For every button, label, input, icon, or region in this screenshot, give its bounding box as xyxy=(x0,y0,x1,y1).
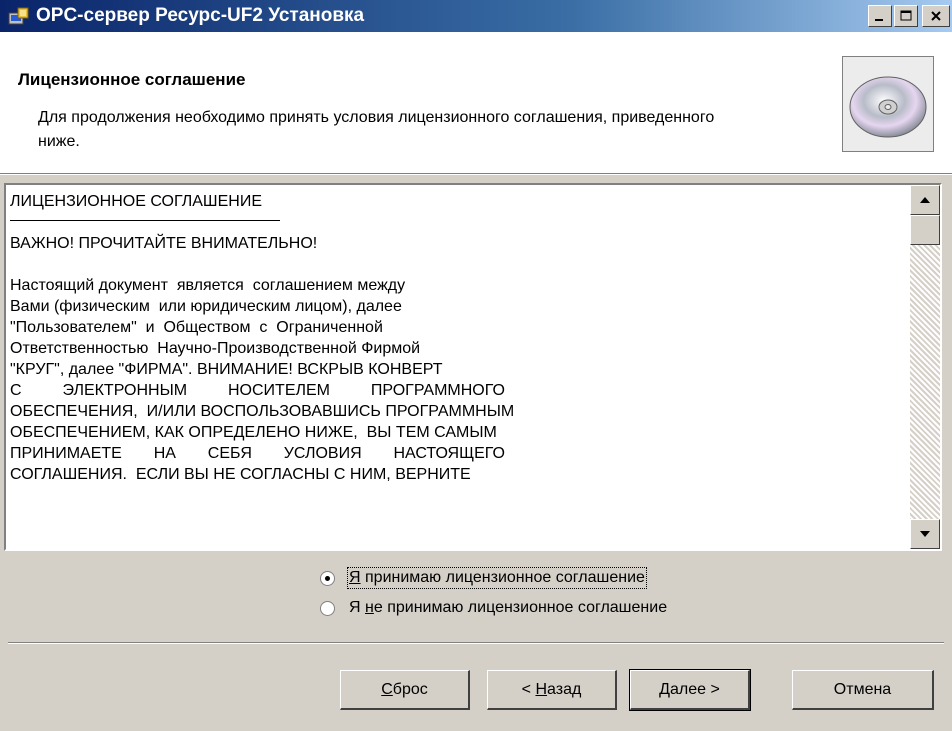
reset-button[interactable]: Сброс xyxy=(340,670,470,710)
window-title: OPC-сервер Ресурс-UF2 Установка xyxy=(36,5,365,26)
license-line: С ЭЛЕКТРОННЫМ НОСИТЕЛЕМ ПРОГРАММНОГО xyxy=(10,380,505,401)
cd-disc-icon xyxy=(842,56,934,152)
license-text: ЛИЦЕНЗИОННОЕ СОГЛАШЕНИЕ ВАЖНО! ПРОЧИТАЙТ… xyxy=(10,191,690,485)
scroll-thumb[interactable] xyxy=(910,215,940,245)
license-word: С xyxy=(10,382,22,399)
license-line: "Пользователем" и Обществом с Ограниченн… xyxy=(10,319,383,336)
license-heading: ЛИЦЕНЗИОННОЕ СОГЛАШЕНИЕ xyxy=(10,193,262,210)
license-line: ОБЕСПЕЧЕНИЕМ, КАК ОПРЕДЕЛЕНО НИЖЕ, ВЫ ТЕ… xyxy=(10,424,497,441)
maximize-icon xyxy=(895,9,917,23)
license-important: ВАЖНО! ПРОЧИТАЙТЕ ВНИМАТЕЛЬНО! xyxy=(10,235,318,252)
license-word: УСЛОВИЯ xyxy=(283,445,362,462)
close-icon xyxy=(923,9,949,23)
license-line: Настоящий документ является соглашением … xyxy=(10,277,406,294)
license-word: НА xyxy=(153,445,176,462)
back-label: < Назад xyxy=(521,680,582,698)
license-word: НАСТОЯЩЕГО xyxy=(393,445,505,462)
maximize-button[interactable] xyxy=(894,5,918,27)
decline-label: Я не принимаю лицензионное соглашение xyxy=(349,599,668,616)
scroll-down-button[interactable] xyxy=(910,519,940,549)
next-label: Далее > xyxy=(659,680,720,698)
page-description: Для продолжения необходимо принять услов… xyxy=(38,109,715,150)
accept-option[interactable]: Я принимаю лицензионное соглашение xyxy=(320,566,647,590)
page-title: Лицензионное соглашение xyxy=(18,70,246,89)
license-underline xyxy=(10,220,280,221)
back-button[interactable]: < Назад xyxy=(487,670,617,710)
bottom-divider-highlight xyxy=(8,643,944,644)
license-word: ЭЛЕКТРОННЫМ xyxy=(62,382,188,399)
header-panel: Лицензионное соглашение Для продолжения … xyxy=(0,32,952,173)
decline-option[interactable]: Я не принимаю лицензионное соглашение xyxy=(320,596,667,620)
license-word: ПРОГРАММНОГО xyxy=(370,382,505,399)
minimize-button[interactable] xyxy=(868,5,892,27)
license-scrollbar[interactable] xyxy=(910,185,940,549)
close-button[interactable] xyxy=(922,5,950,27)
scroll-up-button[interactable] xyxy=(910,185,940,215)
accept-radio[interactable] xyxy=(320,570,335,586)
reset-label: Сброс xyxy=(381,680,428,698)
license-line: ПРИНИМАЕТЕ НА СЕБЯ УСЛОВИЯ НАСТОЯЩЕГО xyxy=(10,443,505,464)
license-line: ОБЕСПЕЧЕНИЯ, И/ИЛИ ВОСПОЛЬЗОВАВШИСЬ ПРОГ… xyxy=(10,403,515,420)
license-line: СОГЛАШЕНИЯ. ЕСЛИ ВЫ НЕ СОГЛАСНЫ С НИМ, В… xyxy=(10,466,471,483)
license-line: Вами (физическим или юридическим лицом),… xyxy=(10,298,402,315)
license-word: ПРИНИМАЕТЕ xyxy=(10,445,122,462)
license-line: "КРУГ", далее "ФИРМА". ВНИМАНИЕ! ВСКРЫВ … xyxy=(10,361,443,378)
decline-radio[interactable] xyxy=(320,600,335,616)
license-word: НОСИТЕЛЕМ xyxy=(227,382,330,399)
minimize-icon xyxy=(869,9,891,23)
accept-label: Я принимаю лицензионное соглашение xyxy=(347,567,647,589)
header-divider-highlight xyxy=(0,174,952,175)
license-word: СЕБЯ xyxy=(207,445,252,462)
arrow-down-icon xyxy=(911,531,939,549)
title-bar[interactable]: OPC-сервер Ресурс-UF2 Установка xyxy=(0,0,952,32)
cancel-button[interactable]: Отмена xyxy=(792,670,934,710)
next-button[interactable]: Далее > xyxy=(629,669,751,711)
license-text-box[interactable]: ЛИЦЕНЗИОННОЕ СОГЛАШЕНИЕ ВАЖНО! ПРОЧИТАЙТ… xyxy=(4,183,942,551)
license-line: Ответственностью Научно-Производственной… xyxy=(10,340,421,357)
installer-icon xyxy=(8,6,30,26)
